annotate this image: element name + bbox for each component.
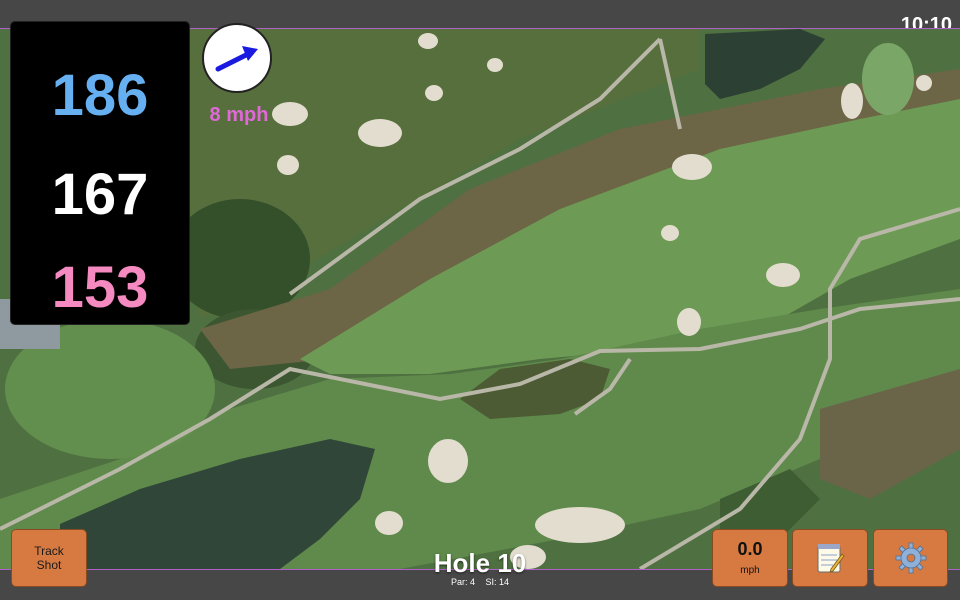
- bunker: [277, 155, 299, 175]
- distance-panel: 186 167 153: [11, 22, 189, 324]
- arrow-northeast-icon: [215, 46, 258, 72]
- settings-button[interactable]: [873, 529, 948, 587]
- green-right: [862, 43, 914, 115]
- hole-stroke-index: SI: 14: [485, 577, 510, 587]
- tree-cluster: [170, 199, 310, 319]
- bunker: [841, 83, 863, 119]
- track-shot-button[interactable]: Track Shot: [11, 529, 87, 587]
- gear-icon: [895, 542, 926, 574]
- bunker: [487, 58, 503, 72]
- bunker: [766, 263, 800, 287]
- distance-front: 153: [51, 255, 149, 320]
- notes-button[interactable]: [792, 529, 868, 587]
- bunker: [535, 507, 625, 543]
- bunker: [375, 511, 403, 535]
- bunker: [916, 75, 932, 91]
- bunker: [425, 85, 443, 101]
- speed-unit: mph: [740, 565, 760, 576]
- hole-title: Hole 10: [433, 548, 527, 578]
- track-shot-label-line1: Track: [34, 544, 64, 558]
- bunker: [661, 225, 679, 241]
- bunker: [418, 33, 438, 49]
- wind-indicator: [202, 23, 272, 93]
- track-shot-label-line2: Shot: [36, 558, 62, 572]
- notepad-icon: [817, 544, 845, 573]
- speed-value: 0.0: [737, 539, 763, 559]
- hole-info: Par: 4 SI: 14: [400, 577, 560, 587]
- wind-speed: 8 mph: [209, 104, 269, 126]
- distance-back: 186: [51, 63, 149, 128]
- hole-par: Par: 4: [450, 577, 475, 587]
- bunker: [677, 308, 701, 336]
- bunker: [672, 154, 712, 180]
- bunker: [358, 119, 402, 147]
- speed-button[interactable]: 0.0 mph: [712, 529, 788, 587]
- bunker: [428, 439, 468, 483]
- distance-middle: 167: [51, 162, 149, 227]
